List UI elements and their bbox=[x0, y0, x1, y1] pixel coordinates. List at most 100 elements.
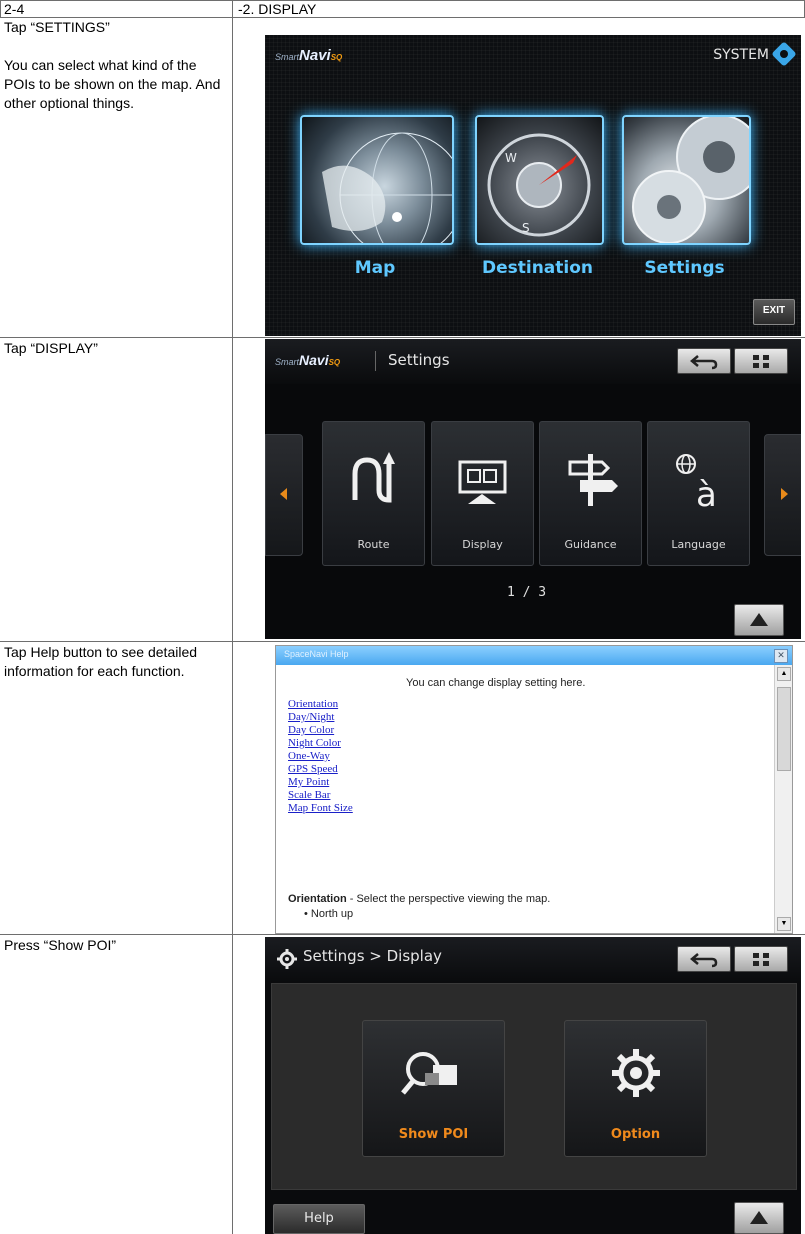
guidance-card-label: Guidance bbox=[564, 538, 617, 551]
breadcrumb: Settings > Display bbox=[303, 947, 442, 965]
help-section-heading: Orientation bbox=[288, 893, 347, 905]
destination-tile[interactable]: W S bbox=[475, 115, 604, 245]
back-arrow-icon bbox=[690, 953, 718, 968]
logo-prefix: Smart bbox=[275, 357, 300, 367]
settings-tile-label[interactable]: Settings bbox=[622, 258, 747, 278]
logo-prefix: Smart bbox=[275, 52, 300, 62]
step-2-instruction: Tap “DISPLAY” bbox=[4, 340, 98, 356]
page-indicator: 1 / 3 bbox=[507, 585, 547, 600]
step-4-instruction: Press “Show POI” bbox=[4, 937, 117, 953]
header-divider bbox=[0, 17, 805, 18]
help-button[interactable]: Help bbox=[273, 1204, 365, 1234]
section-number: 2-4 bbox=[4, 1, 25, 17]
route-icon bbox=[352, 452, 395, 503]
gear-icon bbox=[277, 949, 297, 969]
chevron-right-icon bbox=[781, 488, 788, 500]
language-card[interactable]: à Language bbox=[647, 421, 750, 566]
help-orientation-section: Orientation - Select the perspective vie… bbox=[288, 893, 550, 905]
grid-icon bbox=[753, 953, 769, 966]
screenshot-help: SpaceNavi Help ✕ You can change display … bbox=[275, 645, 793, 934]
scroll-down-arrow-icon[interactable]: ▼ bbox=[777, 917, 791, 931]
bullet-icon: • bbox=[304, 908, 311, 920]
step-3-instruction: Tap Help button to see detailed informat… bbox=[4, 644, 198, 679]
grid-menu-button[interactable] bbox=[734, 348, 788, 374]
gear-icon bbox=[612, 1049, 660, 1097]
language-card-label: Language bbox=[671, 538, 726, 551]
option-label: Option bbox=[610, 1127, 661, 1142]
logo-text: Navi bbox=[299, 352, 329, 368]
help-link-my-point[interactable]: My Point bbox=[288, 776, 329, 788]
step-1-description: You can select what kind of the POIs to … bbox=[4, 57, 221, 111]
carousel-prev-button[interactable] bbox=[265, 434, 303, 556]
display-card[interactable]: Display bbox=[431, 421, 534, 566]
help-link-scale-bar[interactable]: Scale Bar bbox=[288, 789, 330, 801]
help-link-night-color[interactable]: Night Color bbox=[288, 737, 341, 749]
route-card[interactable]: Route bbox=[322, 421, 425, 566]
gears-icon bbox=[632, 114, 762, 244]
globe-icon bbox=[322, 132, 465, 258]
carousel-next-button[interactable] bbox=[764, 434, 801, 556]
route-card-label: Route bbox=[357, 538, 390, 551]
help-bullet-text: North up bbox=[310, 908, 354, 920]
triangle-up-icon bbox=[750, 613, 768, 626]
option-button[interactable]: Option bbox=[564, 1020, 707, 1157]
grid-menu-button[interactable] bbox=[734, 946, 788, 972]
section-title: -2. DISPLAY bbox=[238, 1, 317, 17]
settings-tile[interactable] bbox=[622, 114, 762, 245]
scroll-up-button[interactable] bbox=[734, 604, 784, 636]
help-intro: You can change display setting here. bbox=[406, 677, 586, 689]
display-header: Settings > Display bbox=[265, 937, 801, 982]
destination-tile-label[interactable]: Destination bbox=[460, 258, 615, 278]
logo-suffix: SQ bbox=[328, 358, 341, 367]
svg-text:à: à bbox=[696, 475, 717, 515]
scroll-up-button[interactable] bbox=[734, 1202, 784, 1234]
poi-search-icon bbox=[401, 1052, 457, 1095]
help-link-gps-speed[interactable]: GPS Speed bbox=[288, 763, 338, 775]
scroll-thumb[interactable] bbox=[777, 687, 791, 771]
screenshot-settings: SmartNaviSQ Settings Route Display Guida… bbox=[265, 339, 801, 639]
back-arrow-icon bbox=[690, 355, 718, 370]
app-logo: SmartNaviSQ bbox=[275, 352, 340, 370]
signpost-icon bbox=[568, 454, 618, 506]
row-divider-1 bbox=[0, 337, 805, 338]
chevron-left-icon bbox=[280, 488, 287, 500]
app-logo: SmartNaviSQ bbox=[275, 47, 342, 65]
screenshot-main-menu: SmartNaviSQ SYSTEM Map W S Destination S… bbox=[265, 35, 801, 336]
compass-icon: W S bbox=[487, 133, 591, 237]
display-panel: Show POI Option bbox=[271, 983, 797, 1190]
help-scrollbar[interactable]: ▲ ▼ bbox=[774, 665, 792, 933]
exit-button[interactable]: EXIT bbox=[753, 299, 795, 325]
help-link-day-night[interactable]: Day/Night bbox=[288, 711, 334, 723]
back-button[interactable] bbox=[677, 946, 731, 972]
help-link-one-way[interactable]: One-Way bbox=[288, 750, 330, 762]
table-border-top bbox=[0, 0, 805, 1]
close-icon[interactable]: ✕ bbox=[774, 649, 788, 663]
help-link-day-color[interactable]: Day Color bbox=[288, 724, 334, 736]
show-poi-label: Show POI bbox=[398, 1127, 469, 1142]
step-1-instruction: Tap “SETTINGS” bbox=[4, 19, 110, 35]
row-divider-2 bbox=[0, 641, 805, 642]
show-poi-button[interactable]: Show POI bbox=[362, 1020, 505, 1157]
grid-icon bbox=[753, 355, 769, 368]
language-icon: à bbox=[676, 454, 717, 515]
map-tile[interactable] bbox=[300, 115, 465, 258]
guidance-card[interactable]: Guidance bbox=[539, 421, 642, 566]
help-titlebar: SpaceNavi Help ✕ bbox=[276, 646, 792, 665]
help-bullet-item: • North up bbox=[304, 908, 353, 920]
scroll-up-arrow-icon[interactable]: ▲ bbox=[777, 667, 791, 681]
display-card-label: Display bbox=[462, 538, 503, 551]
svg-text:W: W bbox=[505, 151, 517, 165]
help-link-map-font-size[interactable]: Map Font Size bbox=[288, 802, 353, 814]
svg-text:S: S bbox=[522, 221, 530, 235]
system-icon[interactable] bbox=[771, 41, 797, 67]
system-label[interactable]: SYSTEM bbox=[713, 47, 769, 63]
table-border-left bbox=[0, 0, 1, 18]
triangle-up-icon bbox=[750, 1211, 768, 1224]
map-tile-label[interactable]: Map bbox=[300, 258, 450, 278]
back-button[interactable] bbox=[677, 348, 731, 374]
column-divider bbox=[232, 0, 233, 1234]
help-link-orientation[interactable]: Orientation bbox=[288, 698, 338, 710]
help-window-title: SpaceNavi Help bbox=[284, 649, 349, 659]
screenshot-display: Settings > Display Show POI Option Help bbox=[265, 937, 801, 1234]
logo-text: Navi bbox=[299, 47, 331, 64]
